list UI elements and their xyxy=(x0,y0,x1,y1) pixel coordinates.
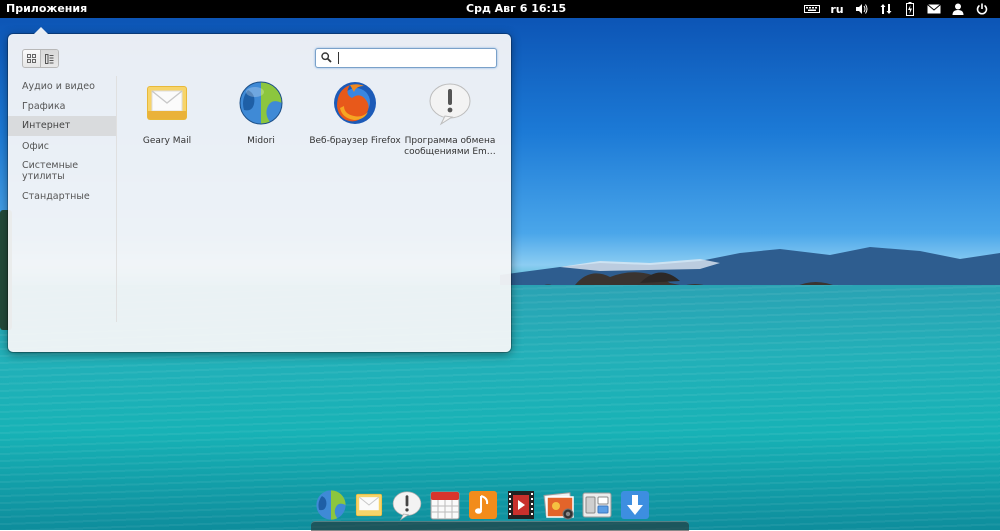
user-icon[interactable] xyxy=(946,0,970,18)
dock-software-update[interactable] xyxy=(616,487,654,523)
applications-menu-popover: Аудио и видео Графика Интернет Офис Сист… xyxy=(8,27,511,352)
category-view-button[interactable] xyxy=(40,50,58,67)
keyboard-icon[interactable] xyxy=(800,0,824,18)
software-update-icon xyxy=(621,491,649,519)
speech-bubble-icon xyxy=(429,83,471,126)
firefox-icon xyxy=(334,82,376,124)
dock-messaging[interactable] xyxy=(388,487,426,523)
keyboard-layout-indicator[interactable]: ru xyxy=(824,0,850,18)
mail-icon xyxy=(355,493,383,517)
category-internet[interactable]: Интернет xyxy=(8,116,116,136)
dock-mail[interactable] xyxy=(350,487,388,523)
app-midori[interactable]: Midori xyxy=(214,80,308,170)
dock-music[interactable] xyxy=(464,487,502,523)
app-geary-mail[interactable]: Geary Mail xyxy=(120,80,214,170)
mail-envelope-icon xyxy=(147,86,187,120)
app-label: Программа обмена сообщениями Em… xyxy=(404,136,496,157)
search-input[interactable] xyxy=(338,49,488,67)
photos-icon xyxy=(543,492,574,520)
dock-midori[interactable] xyxy=(312,487,350,523)
dock-switchboard[interactable] xyxy=(578,487,616,523)
indicator-area: ru xyxy=(800,0,994,18)
midori-icon xyxy=(316,490,346,520)
video-icon xyxy=(508,491,534,519)
network-icon[interactable] xyxy=(874,0,898,18)
app-label: Веб-браузер Firefox xyxy=(309,136,401,146)
dock-calendar[interactable] xyxy=(426,487,464,523)
mail-icon[interactable] xyxy=(922,0,946,18)
midori-globe-icon xyxy=(239,81,283,125)
text-cursor xyxy=(338,52,339,64)
applications-menu-button[interactable]: Приложения xyxy=(6,2,87,15)
app-grid: Geary Mail Midori Веб-браузер Firefox Пр… xyxy=(120,80,505,210)
dock-video[interactable] xyxy=(502,487,540,523)
view-mode-switcher xyxy=(22,49,59,68)
messaging-icon xyxy=(392,491,422,521)
category-accessories[interactable]: Стандартные xyxy=(8,191,116,202)
battery-icon[interactable] xyxy=(898,0,922,18)
category-audio-video[interactable]: Аудио и видео xyxy=(8,81,116,92)
dock-photos[interactable] xyxy=(540,487,578,523)
category-graphics[interactable]: Графика xyxy=(8,101,116,112)
category-system-tools[interactable]: Системные утилиты xyxy=(8,160,116,182)
calendar-icon xyxy=(430,491,460,520)
category-view-icon xyxy=(45,53,54,64)
grid-view-icon xyxy=(27,54,36,63)
clock[interactable]: Срд Авг 6 16:15 xyxy=(466,2,566,15)
search-icon xyxy=(321,52,332,63)
category-list: Аудио и видео Графика Интернет Офис Сист… xyxy=(8,76,117,322)
music-icon xyxy=(469,491,497,519)
app-firefox[interactable]: Веб-браузер Firefox xyxy=(308,80,402,170)
volume-icon[interactable] xyxy=(850,0,874,18)
top-panel: Приложения Срд Авг 6 16:15 ru xyxy=(0,0,1000,18)
search-field[interactable] xyxy=(315,48,497,68)
dock xyxy=(312,487,654,523)
popover-arrow xyxy=(34,27,48,34)
category-office[interactable]: Офис xyxy=(8,141,116,152)
app-label: Geary Mail xyxy=(142,136,192,146)
app-label: Midori xyxy=(247,136,275,146)
grid-view-button[interactable] xyxy=(23,50,40,67)
app-messaging[interactable]: Программа обмена сообщениями Em… xyxy=(403,80,497,170)
switchboard-icon xyxy=(582,492,612,518)
power-icon[interactable] xyxy=(970,0,994,18)
